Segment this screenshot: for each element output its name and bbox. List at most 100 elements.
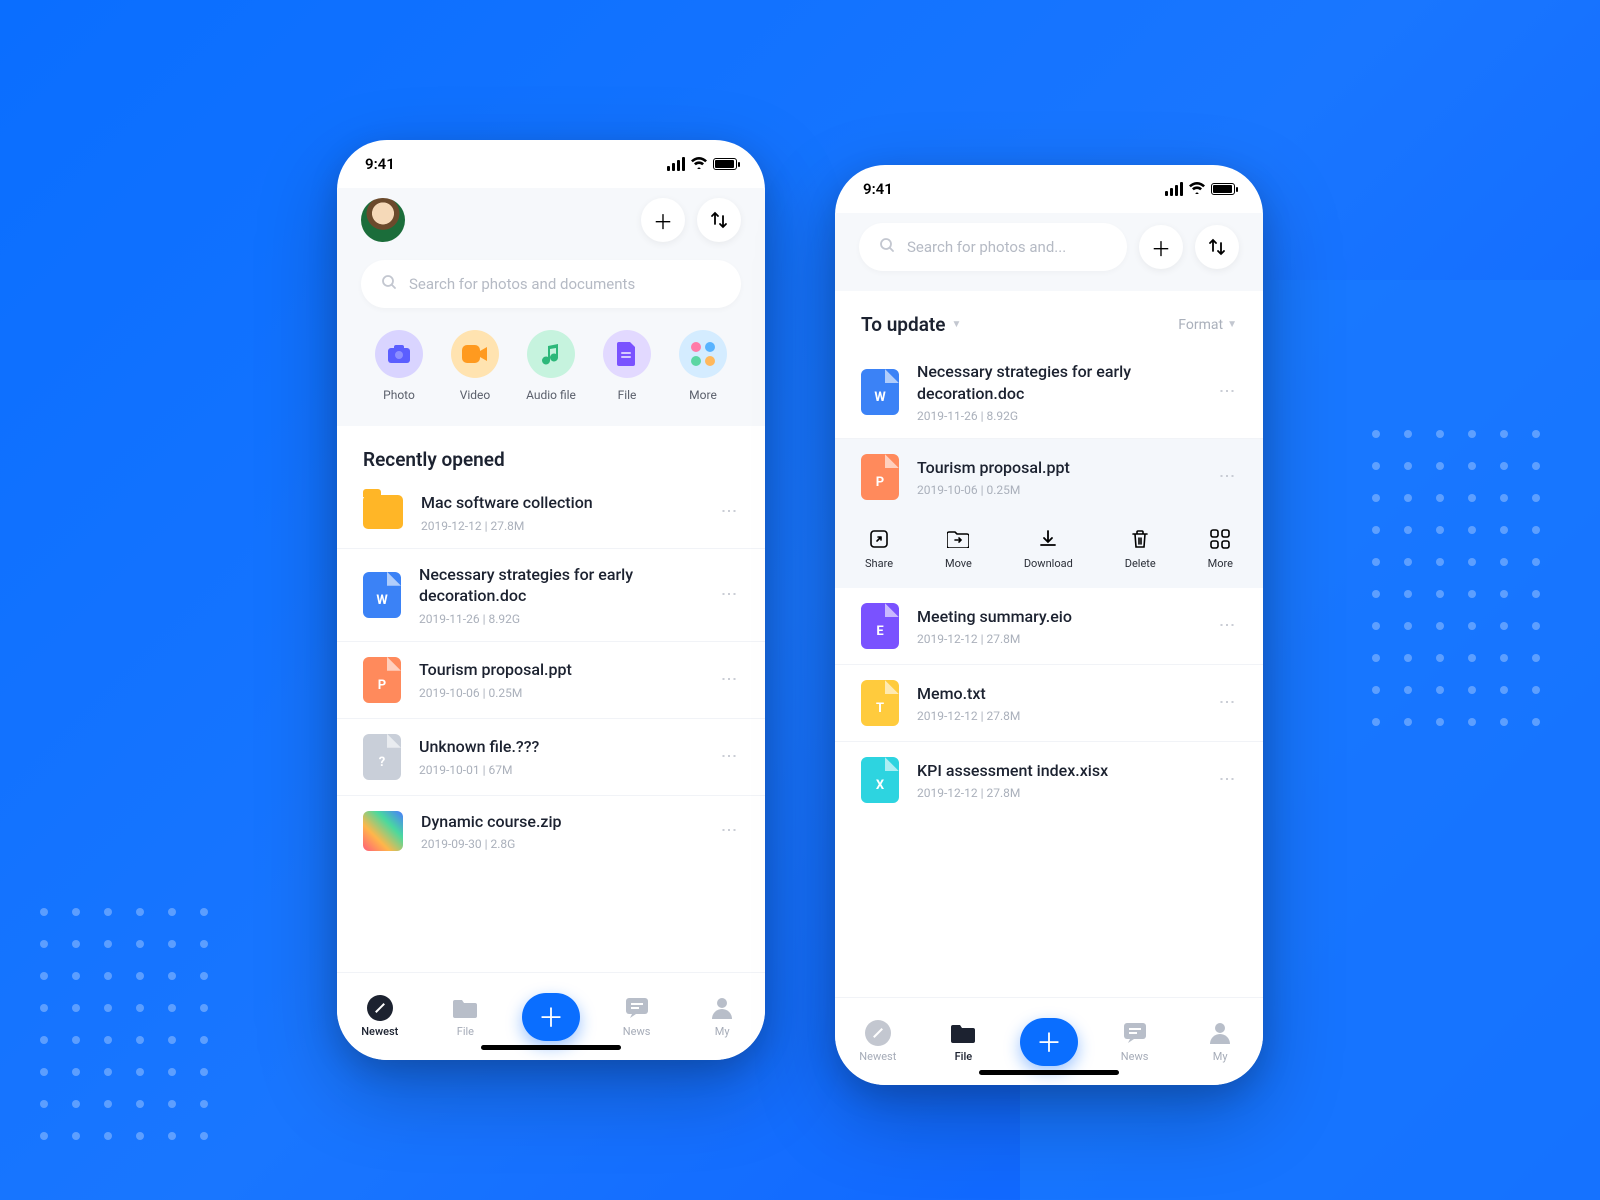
tab-news[interactable]: News — [1105, 1020, 1165, 1063]
file-list: Mac software collection2019-12-12 | 27.8… — [337, 477, 765, 866]
file-more-icon[interactable]: ⋮ — [720, 748, 739, 766]
file-more-icon[interactable]: ⋮ — [1218, 771, 1237, 789]
category-audio[interactable]: Audio file — [519, 330, 583, 402]
action-download[interactable]: Download — [1024, 527, 1073, 570]
newest-icon — [865, 1020, 891, 1046]
video-icon — [451, 330, 499, 378]
signal-icon — [1165, 182, 1183, 196]
file-item[interactable]: WNecessary strategies for early decorati… — [337, 549, 765, 642]
file-item[interactable]: T Memo.txt 2019-12-12 | 27.8M ⋮ — [835, 665, 1263, 742]
action-more[interactable]: More — [1208, 527, 1233, 570]
avatar[interactable] — [361, 198, 405, 242]
file-type-icon — [363, 495, 403, 529]
file-more-icon[interactable]: ⋮ — [1218, 383, 1237, 401]
folder-icon — [452, 995, 478, 1021]
action-move[interactable]: Move — [945, 527, 972, 570]
tab-newest[interactable]: Newest — [848, 1020, 908, 1063]
file-item[interactable]: EMeeting summary.eio2019-12-12 | 27.8M⋮ — [835, 588, 1263, 665]
file-name: KPI assessment index.xisx — [917, 760, 1200, 782]
file-name: Memo.txt — [917, 683, 1200, 705]
category-file[interactable]: File — [595, 330, 659, 402]
file-more-icon[interactable]: ⋮ — [720, 503, 739, 521]
person-icon — [1207, 1020, 1233, 1046]
file-type-icon: P — [363, 657, 401, 703]
file-item[interactable]: Mac software collection2019-12-12 | 27.8… — [337, 477, 765, 549]
search-icon — [381, 274, 397, 294]
category-more[interactable]: More — [671, 330, 735, 402]
file-item[interactable]: Dynamic course.zip2019-09-30 | 2.8G⋮ — [337, 796, 765, 867]
wifi-icon — [691, 155, 707, 173]
home-indicator — [481, 1045, 621, 1050]
tab-news[interactable]: News — [607, 995, 667, 1038]
phone-newest-screen: 9:41 ＋ — [337, 140, 765, 1060]
file-meta: 2019-10-01 | 67M — [419, 763, 702, 777]
status-bar: 9:41 — [835, 165, 1263, 213]
file-item[interactable]: PTourism proposal.ppt2019-10-06 | 0.25M⋮ — [835, 439, 1263, 515]
folder-icon — [950, 1020, 976, 1046]
sort-button[interactable] — [1195, 225, 1239, 269]
file-name: Dynamic course.zip — [421, 811, 702, 833]
tab-newest[interactable]: Newest — [350, 995, 410, 1038]
header-section: ＋ Search for photos and documents Pho — [337, 188, 765, 426]
action-share[interactable]: Share — [865, 527, 893, 570]
file-item[interactable]: WNecessary strategies for early decorati… — [835, 346, 1263, 439]
add-button[interactable]: ＋ — [1139, 225, 1183, 269]
format-dropdown[interactable]: Format ▼ — [1178, 317, 1237, 333]
tab-my[interactable]: My — [692, 995, 752, 1038]
category-video[interactable]: Video — [443, 330, 507, 402]
content-area: Recently opened Mac software collection2… — [337, 426, 765, 972]
status-indicators — [1165, 180, 1235, 198]
search-placeholder: Search for photos and documents — [409, 275, 635, 293]
music-icon — [527, 330, 575, 378]
file-item[interactable]: PTourism proposal.ppt2019-10-06 | 0.25M⋮ — [337, 642, 765, 719]
file-type-icon: T — [861, 680, 899, 726]
camera-icon — [375, 330, 423, 378]
file-type-icon: P — [861, 454, 899, 500]
file-more-icon[interactable]: ⋮ — [1218, 617, 1237, 635]
plus-icon: ＋ — [522, 993, 580, 1041]
tab-bar: Newest File ＋ News My — [835, 997, 1263, 1085]
tab-add[interactable]: ＋ — [521, 993, 581, 1041]
action-delete[interactable]: Delete — [1125, 527, 1156, 570]
category-photo[interactable]: Photo — [367, 330, 431, 402]
file-more-icon[interactable]: ⋮ — [1218, 468, 1237, 486]
sort-icon — [710, 211, 728, 229]
section-title-dropdown[interactable]: To update ▼ — [861, 313, 961, 336]
file-name: Necessary strategies for early decoratio… — [419, 564, 702, 607]
file-more-icon[interactable]: ⋮ — [720, 822, 739, 840]
file-item[interactable]: ?Unknown file.???2019-10-01 | 67M⋮ — [337, 719, 765, 796]
file-type-icon — [363, 811, 403, 851]
file-name: Meeting summary.eio — [917, 606, 1200, 628]
tab-my[interactable]: My — [1190, 1020, 1250, 1063]
file-name: Mac software collection — [421, 492, 702, 514]
file-more-icon[interactable]: ⋮ — [1218, 694, 1237, 712]
news-icon — [624, 995, 650, 1021]
file-type-icon: ? — [363, 734, 401, 780]
tab-add[interactable]: ＋ — [1019, 1018, 1079, 1066]
section-title: Recently opened — [337, 448, 765, 477]
add-button[interactable]: ＋ — [641, 198, 685, 242]
file-more-icon[interactable]: ⋮ — [720, 586, 739, 604]
share-icon — [867, 527, 891, 551]
battery-icon — [1211, 183, 1235, 195]
search-input[interactable]: Search for photos and documents — [361, 260, 741, 308]
file-item[interactable]: X KPI assessment index.xisx 2019-12-12 | 2… — [835, 742, 1263, 818]
tab-file[interactable]: File — [435, 995, 495, 1038]
delete-icon — [1128, 527, 1152, 551]
status-time: 9:41 — [365, 155, 395, 173]
plus-icon: ＋ — [1020, 1018, 1078, 1066]
tab-file[interactable]: File — [933, 1020, 993, 1063]
file-more-icon[interactable]: ⋮ — [720, 671, 739, 689]
more-icon — [679, 330, 727, 378]
file-name: Tourism proposal.ppt — [419, 659, 702, 681]
file-meta: 2019-12-12 | 27.8M — [917, 786, 1200, 800]
file-type-icon: W — [861, 369, 899, 415]
file-meta: 2019-10-06 | 0.25M — [917, 483, 1200, 497]
category-row: Photo Video Audio file — [361, 308, 741, 402]
more-icon — [1208, 527, 1232, 551]
file-meta: 2019-12-12 | 27.8M — [917, 709, 1200, 723]
search-input[interactable]: Search for photos and... — [859, 223, 1127, 271]
file-type-icon: X — [861, 757, 899, 803]
download-icon — [1036, 527, 1060, 551]
sort-button[interactable] — [697, 198, 741, 242]
